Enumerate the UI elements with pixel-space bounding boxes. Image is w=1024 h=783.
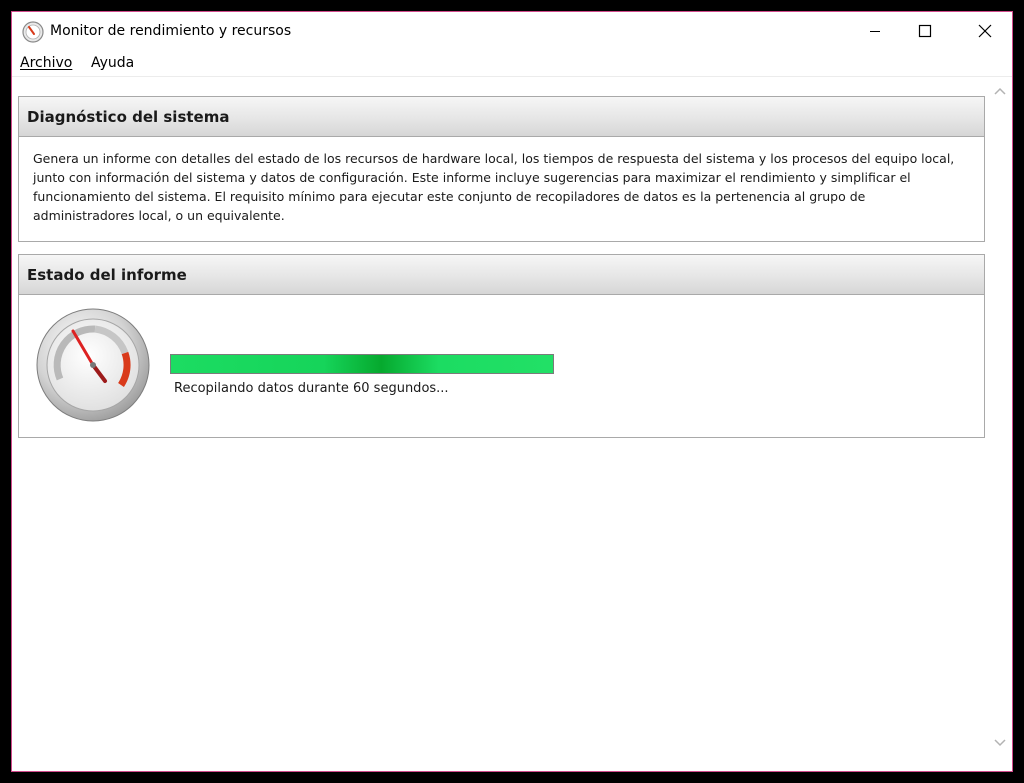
- menu-ayuda[interactable]: Ayuda: [91, 55, 134, 71]
- title-bar[interactable]: Monitor de rendimiento y recursos: [12, 12, 1012, 52]
- progress-status-text: Recopilando datos durante 60 segundos...: [174, 381, 449, 396]
- progress-bar: [170, 354, 554, 374]
- minimize-button[interactable]: [852, 12, 898, 50]
- minimize-icon: [870, 31, 880, 32]
- performance-gauge-icon: [22, 21, 44, 43]
- app-window: Monitor de rendimiento y recursos Archiv…: [11, 11, 1013, 772]
- menu-archivo[interactable]: Archivo: [20, 55, 72, 71]
- progress-fill: [171, 355, 553, 373]
- main-content: Diagnóstico del sistema Genera un inform…: [12, 77, 1012, 771]
- close-icon: [978, 24, 992, 38]
- performance-gauge-icon: [36, 308, 150, 422]
- close-button[interactable]: [962, 12, 1008, 50]
- scroll-up-icon[interactable]: [993, 85, 1007, 99]
- estado-section: Estado del informe Recopilando datos dur…: [18, 254, 985, 438]
- scroll-down-icon[interactable]: [993, 735, 1007, 749]
- maximize-icon: [918, 24, 932, 38]
- menu-ayuda-label: Ayuda: [91, 55, 135, 71]
- vertical-scrollbar[interactable]: [988, 77, 1012, 771]
- diagnostico-section: Diagnóstico del sistema Genera un inform…: [18, 96, 985, 242]
- diagnostico-description: Genera un informe con detalles del estad…: [33, 151, 955, 223]
- estado-header[interactable]: Estado del informe: [19, 255, 984, 295]
- menu-archivo-label: Archivo: [20, 55, 73, 71]
- diagnostico-header[interactable]: Diagnóstico del sistema: [19, 97, 984, 137]
- maximize-button[interactable]: [902, 12, 948, 50]
- menu-bar: Archivo Ayuda: [12, 52, 1012, 77]
- window-title: Monitor de rendimiento y recursos: [50, 23, 292, 39]
